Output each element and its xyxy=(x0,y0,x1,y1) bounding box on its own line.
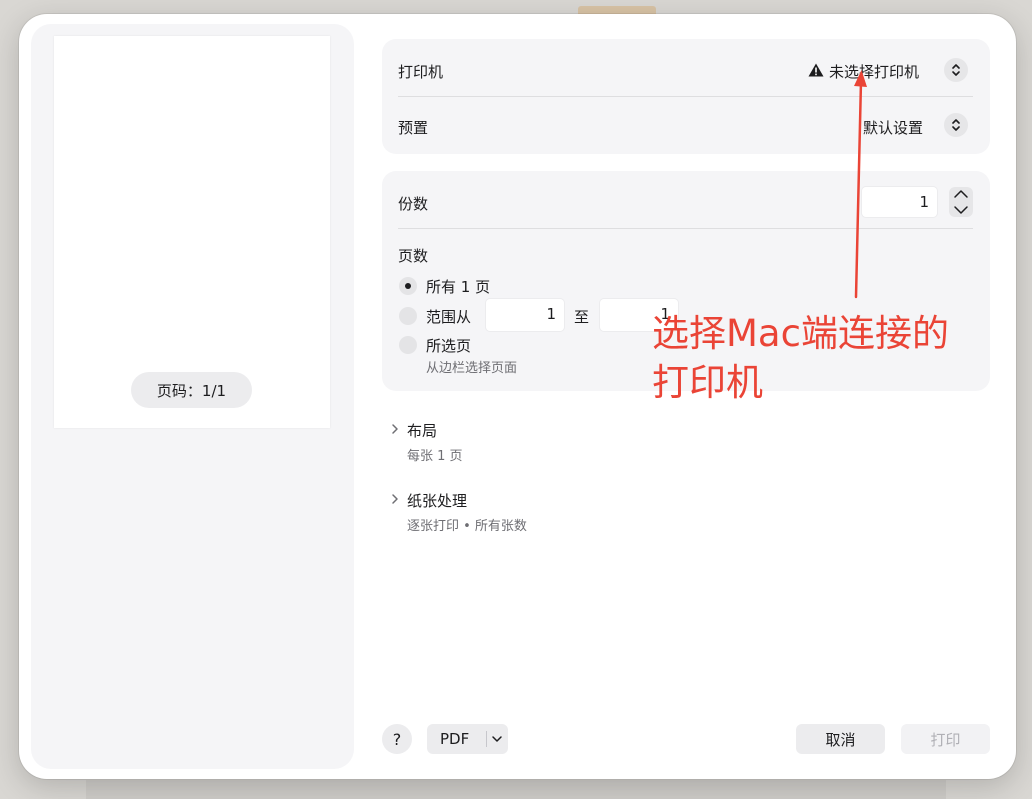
help-button[interactable]: ? xyxy=(382,724,412,754)
layout-disclosure-icon[interactable] xyxy=(390,423,400,435)
paper-handling-disclosure-icon[interactable] xyxy=(390,493,400,505)
layout-section-title[interactable]: 布局 xyxy=(407,420,437,441)
range-from-input[interactable]: 1 xyxy=(486,299,564,331)
annotation-text-line-1: 选择Mac端连接的 xyxy=(652,312,949,355)
chevron-down-icon[interactable] xyxy=(949,202,973,217)
radio-all-pages[interactable] xyxy=(399,277,417,295)
printer-card: 打印机 未选择打印机 预置 默认设置 xyxy=(382,39,990,154)
layout-section-summary: 每张 1 页 xyxy=(407,449,463,464)
pages-label: 页数 xyxy=(398,247,429,265)
paper-handling-section-title[interactable]: 纸张处理 xyxy=(407,490,467,511)
annotation-text-line-2: 打印机 xyxy=(652,361,763,404)
printer-label: 打印机 xyxy=(398,63,444,81)
selected-pages-hint: 从边栏选择页面 xyxy=(426,361,518,376)
copies-card-divider xyxy=(398,228,973,229)
copies-stepper[interactable] xyxy=(949,187,973,217)
radio-selected-pages[interactable] xyxy=(399,336,417,354)
paper-handling-section-summary: 逐张打印 • 所有张数 xyxy=(407,519,527,534)
chevron-up-icon[interactable] xyxy=(949,187,973,202)
warning-icon xyxy=(808,63,824,77)
printer-select-button[interactable] xyxy=(944,58,968,82)
up-down-chevron-icon xyxy=(952,64,960,76)
page-indicator: 页码：1/1 xyxy=(131,372,252,408)
up-down-chevron-icon xyxy=(952,119,960,131)
annotation-arrow xyxy=(854,70,867,299)
background-window-edge xyxy=(86,780,946,799)
copies-label: 份数 xyxy=(398,195,429,213)
radio-page-range-label[interactable]: 范围从 xyxy=(426,306,471,327)
radio-selected-pages-label[interactable]: 所选页 xyxy=(426,335,471,356)
chevron-down-icon[interactable] xyxy=(491,735,503,743)
preset-label: 预置 xyxy=(398,119,429,137)
print-dialog: 页码：1/1 打印机 未选择打印机 预置 默认设置 份数 1 页数 所有 1 页… xyxy=(19,14,1016,779)
range-to-label: 至 xyxy=(574,308,590,326)
preview-sidebar: 页码：1/1 xyxy=(31,24,354,769)
print-button[interactable]: 打印 xyxy=(901,724,990,754)
pdf-menu-button[interactable]: PDF xyxy=(427,724,508,754)
radio-page-range[interactable] xyxy=(399,307,417,325)
cancel-button[interactable]: 取消 xyxy=(796,724,885,754)
printer-card-divider xyxy=(398,96,973,97)
preset-select-button[interactable] xyxy=(944,113,968,137)
pdf-button-label[interactable]: PDF xyxy=(440,730,469,748)
page-preview[interactable]: 页码：1/1 xyxy=(54,36,330,428)
copies-card: 份数 1 页数 所有 1 页 范围从 1 至 1 所选页 从边栏选择页面 xyxy=(382,171,990,391)
pdf-menu-separator xyxy=(486,731,487,747)
radio-all-pages-label[interactable]: 所有 1 页 xyxy=(426,276,490,297)
